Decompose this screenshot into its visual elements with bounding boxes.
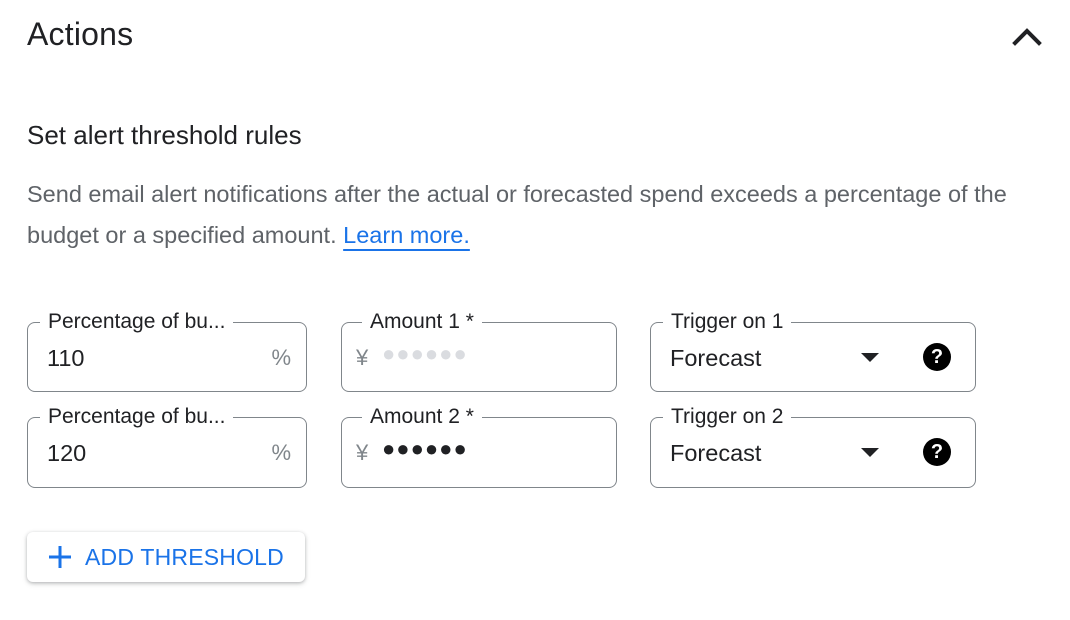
percentage-field-2[interactable]: Percentage of bu... 120 % [27, 404, 307, 488]
alert-rules-description: Send email alert notifications after the… [27, 174, 1057, 256]
help-icon[interactable]: ? [923, 438, 951, 466]
add-threshold-label: ADD THRESHOLD [85, 543, 284, 570]
trigger-label-1: Trigger on 1 [663, 309, 792, 335]
add-threshold-button[interactable]: ADD THRESHOLD [27, 532, 305, 582]
percentage-field-1[interactable]: Percentage of bu... 110 % [27, 309, 307, 392]
plus-icon [47, 544, 73, 570]
percentage-label-2: Percentage of bu... [40, 404, 234, 430]
trigger-select-1[interactable]: Trigger on 1 Forecast ? [650, 309, 976, 392]
currency-prefix-1: ¥ [356, 345, 369, 370]
percentage-value-1[interactable]: 110 [47, 343, 84, 373]
actions-section-header: Actions [27, 14, 1047, 62]
amount-label-1: Amount 1 * [362, 309, 482, 335]
trigger-value-1: Forecast [670, 345, 762, 371]
trigger-select-2[interactable]: Trigger on 2 Forecast ? [650, 404, 976, 488]
collapse-button[interactable] [1007, 16, 1047, 56]
alert-rules-subtitle: Set alert threshold rules [27, 120, 302, 150]
chevron-up-icon [1012, 28, 1042, 46]
percent-suffix-1: % [271, 345, 291, 370]
amount-masked-value-2[interactable]: ●●●●●● [382, 436, 468, 462]
arrow-drop-down-icon[interactable] [861, 448, 879, 457]
percentage-value-2[interactable]: 120 [47, 438, 86, 468]
trigger-label-2: Trigger on 2 [663, 404, 792, 430]
arrow-drop-down-icon[interactable] [861, 353, 879, 362]
section-title: Actions [27, 16, 134, 52]
amount-masked-value-1[interactable]: ●●●●●● [382, 341, 468, 367]
percentage-label-1: Percentage of bu... [40, 309, 234, 335]
help-icon[interactable]: ? [923, 343, 951, 371]
percent-suffix-2: % [271, 440, 291, 465]
trigger-value-2: Forecast [670, 440, 762, 466]
currency-prefix-2: ¥ [356, 440, 369, 465]
learn-more-link[interactable]: Learn more. [343, 222, 470, 248]
amount-field-1[interactable]: Amount 1 * ¥ ●●●●●● [341, 309, 617, 392]
description-text: Send email alert notifications after the… [27, 181, 1007, 248]
amount-field-2[interactable]: Amount 2 * ¥ ●●●●●● [341, 404, 617, 488]
amount-label-2: Amount 2 * [362, 404, 482, 430]
